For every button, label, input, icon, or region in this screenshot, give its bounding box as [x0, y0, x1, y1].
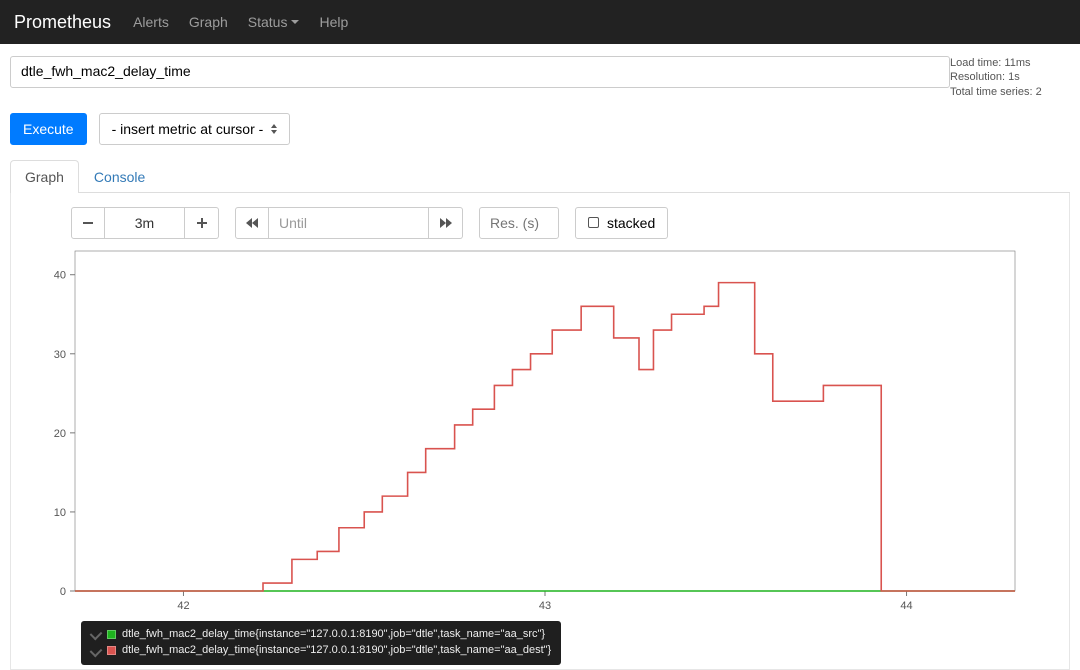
legend-item[interactable]: dtle_fwh_mac2_delay_time{instance="127.0… [91, 626, 551, 643]
legend-item[interactable]: dtle_fwh_mac2_delay_time{instance="127.0… [91, 642, 551, 659]
svg-text:10: 10 [54, 507, 66, 519]
insert-metric-label: - insert metric at cursor - [112, 121, 264, 137]
svg-text:43: 43 [539, 600, 551, 612]
sort-icon [269, 123, 277, 135]
stat-resolution: Resolution: 1s [950, 70, 1070, 84]
line-chart: 0 10 20 30 40 42 43 44 [25, 245, 1025, 625]
tab-console[interactable]: Console [79, 160, 160, 193]
check-icon [90, 628, 103, 641]
svg-text:42: 42 [177, 600, 189, 612]
legend-label: dtle_fwh_mac2_delay_time{instance="127.0… [122, 626, 545, 643]
check-icon [90, 644, 103, 657]
fast-forward-icon [440, 218, 452, 228]
time-group [235, 207, 463, 239]
legend-label: dtle_fwh_mac2_delay_time{instance="127.0… [122, 642, 551, 659]
time-forward-button[interactable] [429, 207, 463, 239]
checkbox-icon [588, 217, 599, 228]
svg-text:30: 30 [54, 349, 66, 361]
range-group: 3m [71, 207, 219, 239]
time-back-button[interactable] [235, 207, 269, 239]
nav-help[interactable]: Help [311, 0, 356, 44]
range-value[interactable]: 3m [105, 207, 185, 239]
nav-graph[interactable]: Graph [181, 0, 236, 44]
legend-swatch [107, 646, 116, 655]
until-input[interactable] [269, 207, 429, 239]
range-increase-button[interactable] [185, 207, 219, 239]
rewind-icon [246, 218, 258, 228]
legend-swatch [107, 630, 116, 639]
nav-status[interactable]: Status [240, 0, 308, 44]
chevron-down-icon [291, 20, 299, 24]
stat-total-series: Total time series: 2 [950, 85, 1070, 99]
stacked-label: stacked [607, 215, 655, 231]
tab-graph[interactable]: Graph [10, 160, 79, 193]
stat-load-time: Load time: 11ms [950, 56, 1070, 70]
svg-text:20: 20 [54, 428, 66, 440]
svg-text:0: 0 [60, 586, 66, 598]
chart-area[interactable]: 0 10 20 30 40 42 43 44 [25, 245, 1055, 625]
range-decrease-button[interactable] [71, 207, 105, 239]
plus-icon [197, 218, 207, 228]
svg-text:40: 40 [54, 270, 66, 282]
expression-input[interactable] [10, 56, 950, 88]
legend: dtle_fwh_mac2_delay_time{instance="127.0… [81, 621, 561, 665]
minus-icon [83, 222, 93, 224]
insert-metric-select[interactable]: - insert metric at cursor - [99, 113, 291, 145]
resolution-input[interactable] [479, 207, 559, 239]
svg-text:44: 44 [900, 600, 912, 612]
nav-status-label: Status [248, 14, 288, 30]
nav-alerts[interactable]: Alerts [125, 0, 177, 44]
execute-button[interactable]: Execute [10, 113, 87, 145]
brand[interactable]: Prometheus [14, 12, 111, 33]
stacked-toggle[interactable]: stacked [575, 207, 668, 239]
